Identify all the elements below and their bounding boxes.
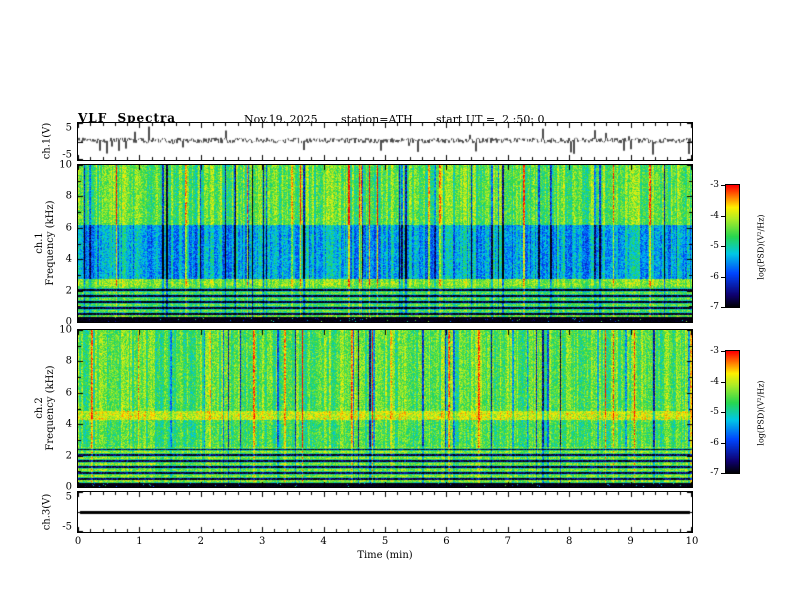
colorbar-tick-label: -7 bbox=[710, 468, 719, 478]
y-tick-label: 5 bbox=[65, 122, 72, 134]
y-tick-label: 4 bbox=[65, 253, 72, 265]
colorbar-ch1-label: log(PSD)(V²/Hz) bbox=[756, 214, 766, 280]
colorbar-tick-label: -4 bbox=[710, 210, 719, 221]
ch3-voltage-panel bbox=[77, 491, 693, 533]
x-tick-label: 5 bbox=[381, 536, 389, 547]
colorbar-ch2-canvas bbox=[726, 351, 739, 473]
colorbar-tick-mark bbox=[721, 351, 725, 352]
colorbar-ch1-canvas bbox=[726, 185, 739, 307]
colorbar-tick-mark bbox=[721, 246, 725, 247]
colorbar-ch2 bbox=[725, 350, 740, 474]
colorbar-tick-mark bbox=[721, 412, 725, 413]
x-tick-label: 3 bbox=[259, 536, 266, 547]
ch2-spectrogram-canvas bbox=[78, 330, 692, 487]
ylabel-ch3-volts: ch.3(V) bbox=[41, 493, 53, 531]
y-tick-label: 6 bbox=[65, 222, 72, 234]
colorbar-tick-label: -4 bbox=[710, 376, 719, 387]
x-tick-label: 2 bbox=[197, 536, 204, 547]
ch3-waveform-canvas bbox=[78, 492, 692, 532]
x-tick-label: 4 bbox=[320, 536, 327, 547]
y-tick-label: 2 bbox=[65, 450, 72, 462]
y-tick-label: 6 bbox=[65, 387, 72, 399]
ylabel-ch2-frequency-line2: Frequency (kHz) bbox=[45, 365, 56, 451]
colorbar-tick-label: -5 bbox=[710, 241, 719, 251]
ylabel-ch1-frequency: ch.1 Frequency (kHz) bbox=[34, 200, 56, 285]
colorbar-tick-mark bbox=[721, 473, 725, 474]
x-tick-label: 1 bbox=[136, 536, 143, 547]
y-tick-label: 10 bbox=[59, 324, 72, 336]
x-tick-label: 9 bbox=[627, 536, 634, 547]
colorbar-tick-label: -3 bbox=[710, 346, 719, 356]
y-tick-label: 2 bbox=[65, 285, 72, 297]
ylabel-ch1-volts: ch.1(V) bbox=[41, 122, 53, 160]
colorbar-tick-label: -7 bbox=[710, 302, 719, 312]
y-tick-label: 8 bbox=[65, 355, 72, 367]
x-tick-label: 10 bbox=[685, 536, 699, 547]
colorbar-tick-mark bbox=[721, 307, 725, 308]
y-tick-label: -5 bbox=[62, 521, 72, 533]
x-tick-label: 7 bbox=[504, 536, 511, 547]
colorbar-ch1 bbox=[725, 184, 740, 308]
ylabel-ch2-frequency: ch.2 Frequency (kHz) bbox=[34, 365, 56, 450]
vlf-spectra-figure: VLF Spectra Nov.19, 2025 station=ATH sta… bbox=[0, 0, 792, 612]
x-axis-label: Time (min) bbox=[357, 550, 413, 561]
y-tick-label: 5 bbox=[65, 491, 72, 503]
ylabel-ch1-frequency-line1: ch.1 bbox=[34, 232, 45, 254]
y-tick-label: 10 bbox=[59, 159, 72, 171]
colorbar-tick-mark bbox=[721, 442, 725, 444]
ch1-waveform-canvas bbox=[78, 123, 692, 160]
ylabel-ch2-frequency-line1: ch.2 bbox=[34, 397, 45, 419]
ch2-spectrogram-panel bbox=[77, 329, 693, 488]
colorbar-tick-label: -3 bbox=[710, 180, 719, 190]
colorbar-ch2-label: log(PSD)(V²/Hz) bbox=[756, 380, 766, 446]
colorbar-tick-label: -6 bbox=[710, 271, 719, 282]
ylabel-ch1-frequency-line2: Frequency (kHz) bbox=[45, 200, 56, 286]
colorbar-tick-mark bbox=[721, 215, 725, 217]
x-tick-label: 0 bbox=[74, 536, 82, 547]
colorbar-tick-mark bbox=[721, 185, 725, 186]
colorbar-tick-mark bbox=[721, 276, 725, 278]
x-tick-label: 6 bbox=[443, 536, 450, 547]
y-tick-label: 8 bbox=[65, 190, 72, 202]
ch1-spectrogram-canvas bbox=[78, 165, 692, 322]
ch1-voltage-panel bbox=[77, 122, 693, 161]
x-tick-label: 8 bbox=[566, 536, 573, 547]
y-tick-label: 4 bbox=[65, 418, 72, 430]
colorbar-tick-label: -5 bbox=[710, 407, 719, 417]
colorbar-tick-label: -6 bbox=[710, 437, 719, 448]
colorbar-tick-mark bbox=[721, 381, 725, 383]
ch1-spectrogram-panel bbox=[77, 164, 693, 323]
